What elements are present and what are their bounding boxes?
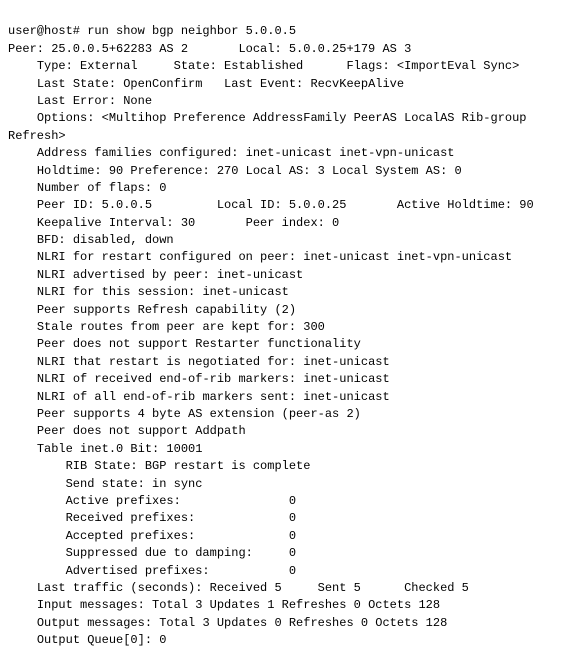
terminal-line: Peer: 25.0.0.5+62283 AS 2 Local: 5.0.0.2…: [8, 41, 578, 58]
terminal-line: Type: External State: Established Flags:…: [8, 58, 578, 75]
terminal-line: Peer does not support Restarter function…: [8, 336, 578, 353]
terminal-line: Last Error: None: [8, 93, 578, 110]
terminal-line: Input messages: Total 3 Updates 1 Refres…: [8, 597, 578, 614]
terminal-line: Address families configured: inet-unicas…: [8, 145, 578, 162]
terminal-line: NLRI of all end-of-rib markers sent: ine…: [8, 389, 578, 406]
terminal-line: RIB State: BGP restart is complete: [8, 458, 578, 475]
terminal-line: Send state: in sync: [8, 476, 578, 493]
terminal-line: Stale routes from peer are kept for: 300: [8, 319, 578, 336]
terminal-line: Peer supports 4 byte AS extension (peer-…: [8, 406, 578, 423]
terminal-line: NLRI advertised by peer: inet-unicast: [8, 267, 578, 284]
terminal-line: Suppressed due to damping: 0: [8, 545, 578, 562]
terminal-line: NLRI for restart configured on peer: ine…: [8, 249, 578, 266]
terminal-line: BFD: disabled, down: [8, 232, 578, 249]
terminal-line: Output messages: Total 3 Updates 0 Refre…: [8, 615, 578, 632]
terminal-line: Active prefixes: 0: [8, 493, 578, 510]
terminal-line: Output Queue[0]: 0: [8, 632, 578, 649]
terminal-line: Options: <Multihop Preference AddressFam…: [8, 110, 578, 127]
terminal-line: NLRI that restart is negotiated for: ine…: [8, 354, 578, 371]
terminal-line: Table inet.0 Bit: 10001: [8, 441, 578, 458]
terminal-line: user@host# run show bgp neighbor 5.0.0.5: [8, 23, 578, 40]
terminal-line: NLRI for this session: inet-unicast: [8, 284, 578, 301]
terminal-line: Accepted prefixes: 0: [8, 528, 578, 545]
terminal-line: NLRI of received end-of-rib markers: ine…: [8, 371, 578, 388]
terminal-line: Peer supports Refresh capability (2): [8, 302, 578, 319]
terminal-line: Holdtime: 90 Preference: 270 Local AS: 3…: [8, 163, 578, 180]
terminal-line: Advertised prefixes: 0: [8, 563, 578, 580]
terminal-line: Last traffic (seconds): Received 5 Sent …: [8, 580, 578, 597]
terminal-line: Number of flaps: 0: [8, 180, 578, 197]
terminal-output: user@host# run show bgp neighbor 5.0.0.5…: [8, 6, 578, 649]
terminal-line: Peer does not support Addpath: [8, 423, 578, 440]
terminal-line: Last State: OpenConfirm Last Event: Recv…: [8, 76, 578, 93]
terminal-line: Peer ID: 5.0.0.5 Local ID: 5.0.0.25 Acti…: [8, 197, 578, 214]
terminal-line: Received prefixes: 0: [8, 510, 578, 527]
terminal-line: Refresh>: [8, 128, 578, 145]
terminal-line: Keepalive Interval: 30 Peer index: 0: [8, 215, 578, 232]
